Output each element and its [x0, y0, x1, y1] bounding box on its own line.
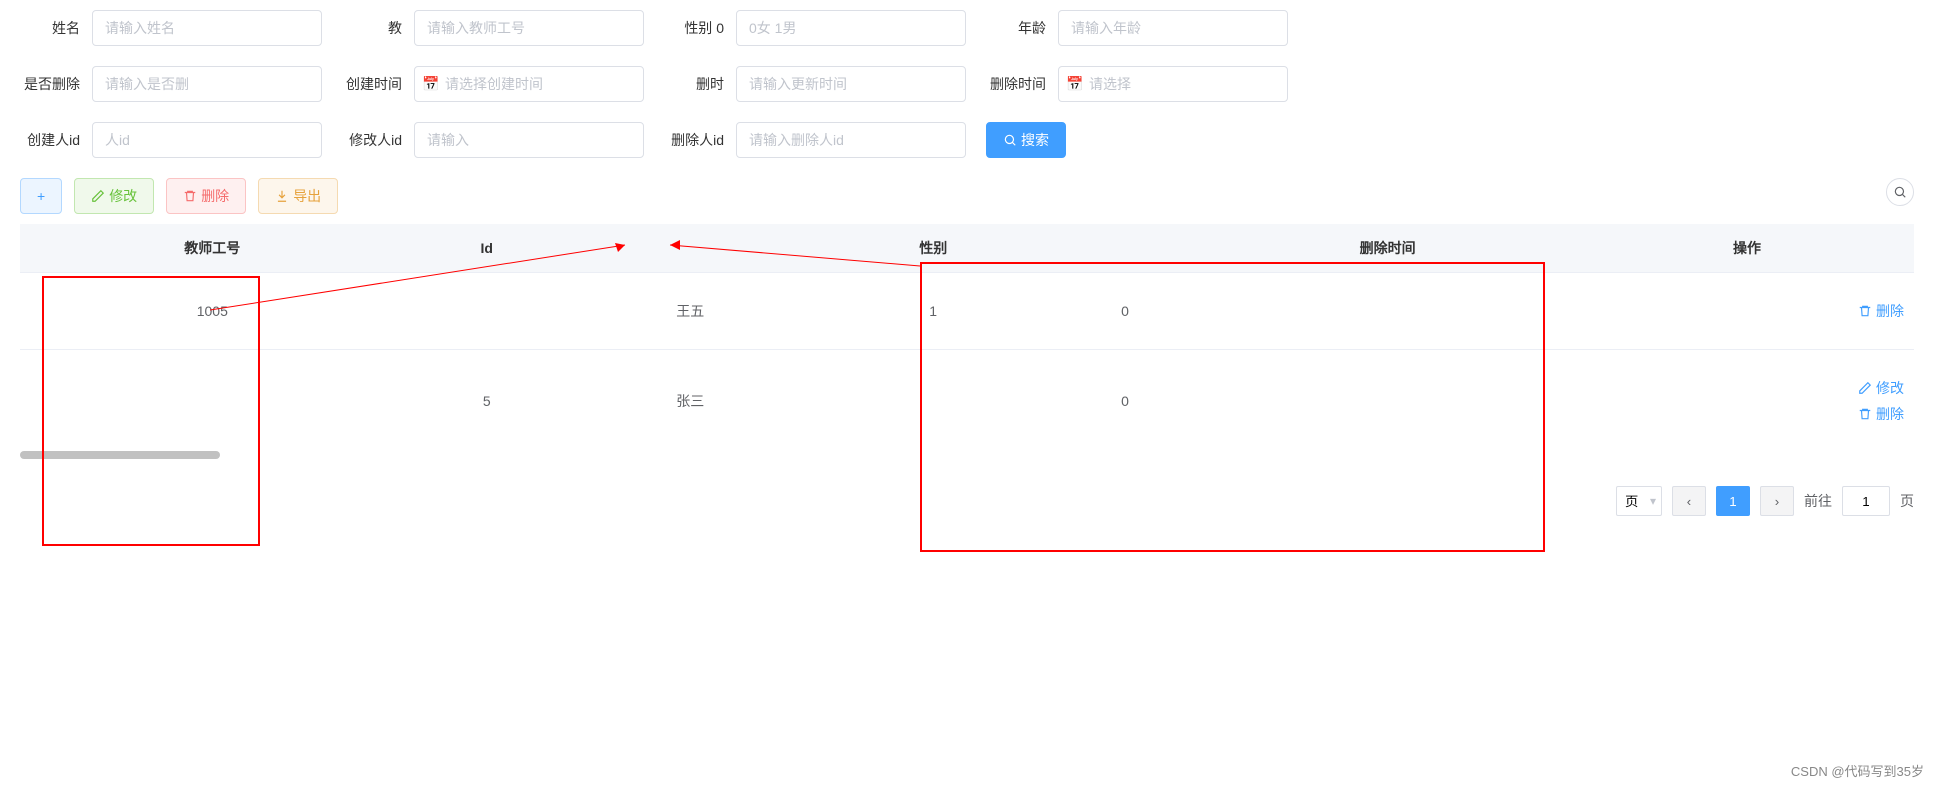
- cell-action: 删除: [1580, 273, 1914, 350]
- goto-label: 前往: [1804, 491, 1832, 511]
- form-item-updater-id: 修改人id: [342, 122, 644, 158]
- label-create-time: 创建时间: [342, 74, 402, 94]
- table-header: 教师工号 Id 性别 删除时间 操作: [20, 224, 1914, 273]
- th-name: [569, 224, 812, 273]
- trash-icon: [1858, 407, 1872, 421]
- cell-status: 0: [1055, 273, 1196, 350]
- pagination: 页 ▾ ‹ 1 › 前往 页: [20, 486, 1914, 516]
- input-age[interactable]: [1058, 10, 1288, 46]
- input-update-time[interactable]: [736, 66, 966, 102]
- calendar-icon: 📅: [422, 76, 439, 93]
- search-icon: [1893, 185, 1907, 199]
- cell-teacher-id: 1005: [20, 273, 405, 350]
- calendar-icon: 📅: [1066, 76, 1083, 93]
- edit-icon: [1858, 381, 1872, 395]
- search-form-row-3: 创建人id 修改人id 删除人id 搜索: [20, 122, 1914, 158]
- watermark: CSDN @代码写到35岁: [1791, 761, 1924, 780]
- export-label: 导出: [293, 186, 321, 206]
- label-delete-time: 删除时间: [986, 74, 1046, 94]
- form-item-teacher-id: 教: [342, 10, 644, 46]
- page-size-select[interactable]: 页: [1616, 486, 1662, 516]
- cell-id: 5: [405, 350, 569, 453]
- form-item-age: 年龄: [986, 10, 1288, 46]
- input-teacher-id[interactable]: [414, 10, 644, 46]
- th-action: 操作: [1580, 224, 1914, 273]
- edit-label: 修改: [109, 186, 137, 206]
- trash-icon: [1858, 304, 1872, 318]
- search-label: 搜索: [1021, 130, 1049, 150]
- th-gender: 性别: [812, 224, 1055, 273]
- input-create-time[interactable]: [414, 66, 644, 102]
- download-icon: [275, 189, 289, 203]
- form-item-creator-id: 创建人id: [20, 122, 322, 158]
- form-item-update-time: 删时: [664, 66, 966, 102]
- search-toggle-button[interactable]: [1886, 178, 1914, 206]
- label-teacher-id: 教: [342, 18, 402, 38]
- th-id: Id: [405, 224, 569, 273]
- edit-icon: [91, 189, 105, 203]
- label-update-time: 删时: [664, 74, 724, 94]
- label-name: 姓名: [20, 18, 80, 38]
- table-row[interactable]: 5 张三 0 修改 删除: [20, 350, 1914, 453]
- prev-page-button[interactable]: ‹: [1672, 486, 1706, 516]
- export-button[interactable]: 导出: [258, 178, 338, 214]
- form-item-name: 姓名: [20, 10, 322, 46]
- cell-name: 王五: [569, 273, 812, 350]
- input-updater-id[interactable]: [414, 122, 644, 158]
- search-form-row-1: 姓名 教 性别 0 年龄: [20, 10, 1914, 46]
- add-button[interactable]: +: [20, 178, 62, 214]
- cell-delete-time: [1195, 273, 1580, 350]
- label-updater-id: 修改人id: [342, 130, 402, 150]
- label-creator-id: 创建人id: [20, 130, 80, 150]
- delete-button[interactable]: 删除: [166, 178, 246, 214]
- cell-name: 张三: [569, 350, 812, 453]
- cell-teacher-id: [20, 350, 405, 453]
- delete-label: 删除: [201, 186, 229, 206]
- label-deleted: 是否删除: [20, 74, 80, 94]
- input-delete-time[interactable]: [1058, 66, 1288, 102]
- plus-icon: +: [37, 188, 45, 204]
- label-deleter-id: 删除人id: [664, 130, 724, 150]
- input-deleted[interactable]: [92, 66, 322, 102]
- table-row[interactable]: 1005 王五 1 0 删除: [20, 273, 1914, 350]
- data-table: 教师工号 Id 性别 删除时间 操作 1005 王五 1 0 删除: [20, 224, 1914, 453]
- horizontal-scrollbar[interactable]: [20, 451, 1914, 461]
- row-delete-link[interactable]: 删除: [1858, 404, 1904, 424]
- form-item-deleted: 是否删除: [20, 66, 322, 102]
- label-gender: 性别 0: [664, 18, 724, 38]
- form-item-gender: 性别 0: [664, 10, 966, 46]
- cell-status: 0: [1055, 350, 1196, 453]
- search-button[interactable]: 搜索: [986, 122, 1066, 158]
- edit-button[interactable]: 修改: [74, 178, 154, 214]
- form-item-delete-time: 删除时间 📅: [986, 66, 1288, 102]
- cell-gender: 1: [812, 273, 1055, 350]
- row-edit-link[interactable]: 修改: [1858, 378, 1904, 398]
- input-creator-id[interactable]: [92, 122, 322, 158]
- cell-action: 修改 删除: [1580, 350, 1914, 453]
- search-form-row-2: 是否删除 创建时间 📅 删时 删除时间 📅: [20, 66, 1914, 102]
- trash-icon: [183, 189, 197, 203]
- input-deleter-id[interactable]: [736, 122, 966, 158]
- th-teacher-id: 教师工号: [20, 224, 405, 273]
- th-status: [1055, 224, 1196, 273]
- row-delete-link[interactable]: 删除: [1858, 301, 1904, 321]
- toolbar: + 修改 删除 导出: [20, 178, 1914, 214]
- page-number-button[interactable]: 1: [1716, 486, 1750, 516]
- label-age: 年龄: [986, 18, 1046, 38]
- cell-delete-time: [1195, 350, 1580, 453]
- next-page-button[interactable]: ›: [1760, 486, 1794, 516]
- page-suffix: 页: [1900, 491, 1914, 511]
- th-delete-time: 删除时间: [1195, 224, 1580, 273]
- goto-page-input[interactable]: [1842, 486, 1890, 516]
- form-item-deleter-id: 删除人id: [664, 122, 966, 158]
- input-gender[interactable]: [736, 10, 966, 46]
- input-name[interactable]: [92, 10, 322, 46]
- form-item-create-time: 创建时间 📅: [342, 66, 644, 102]
- cell-gender: [812, 350, 1055, 453]
- cell-id: [405, 273, 569, 350]
- search-icon: [1003, 133, 1017, 147]
